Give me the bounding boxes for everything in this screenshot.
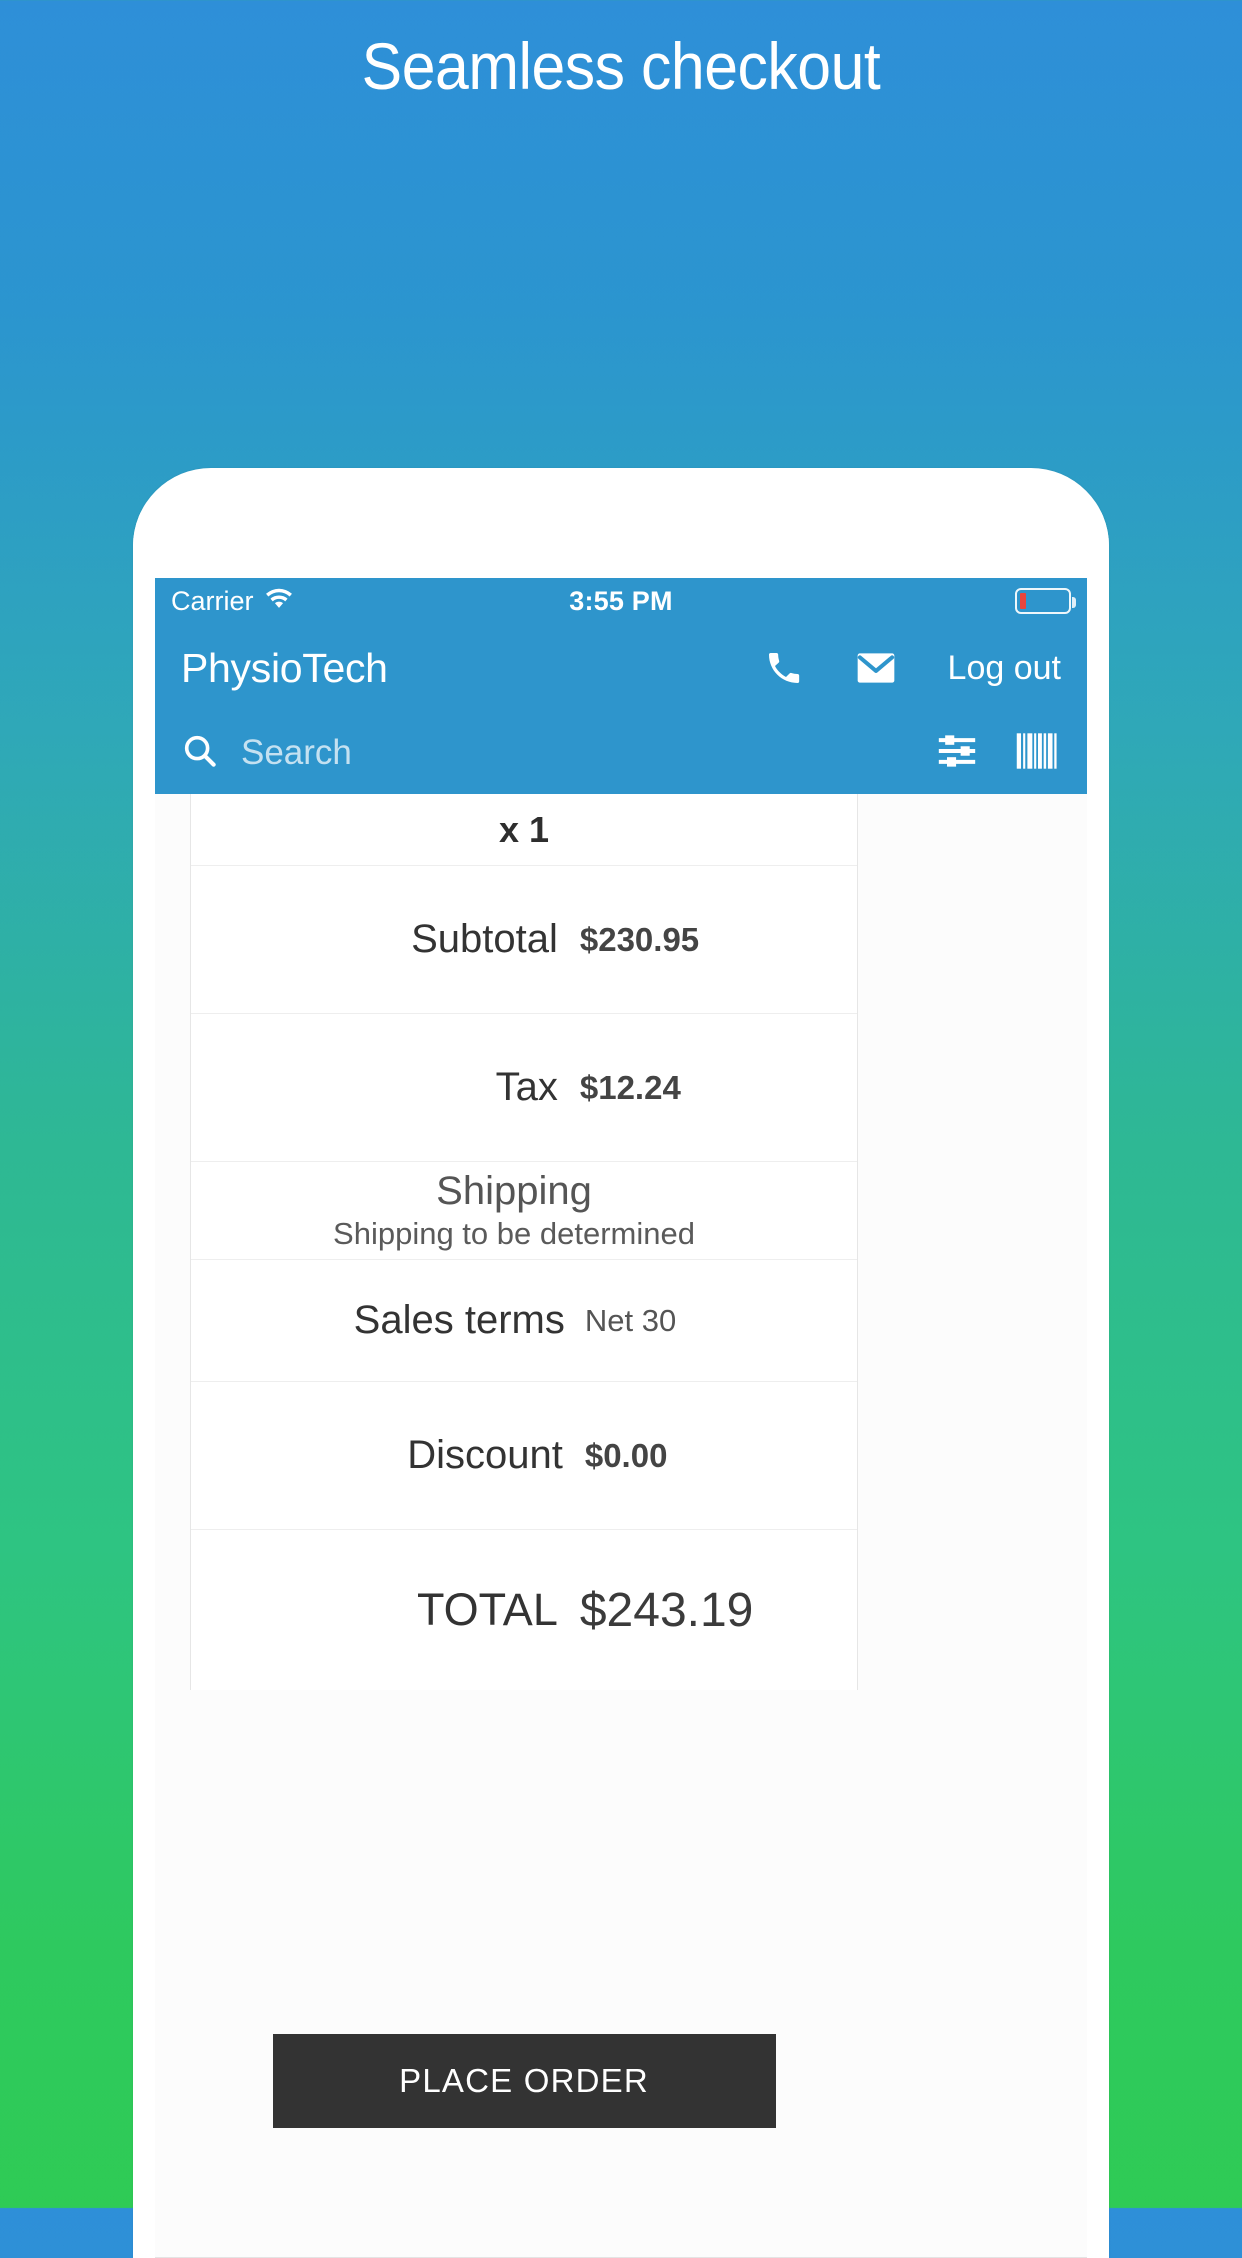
table-row-total: TOTAL $243.19 (191, 1530, 857, 1690)
table-row-sales-terms: Sales terms Net 30 (191, 1260, 857, 1382)
search-input[interactable]: Search (241, 733, 352, 773)
mail-icon[interactable] (854, 648, 898, 688)
search-bar-actions (935, 730, 1061, 777)
table-row-discount: Discount $0.00 (191, 1382, 857, 1530)
app-header-actions: Log out (764, 648, 1061, 688)
shipping-note: Shipping to be determined (333, 1216, 695, 1251)
total-label: TOTAL (416, 1584, 558, 1635)
table-row-quantity: x 1 (191, 794, 857, 866)
filter-sliders-icon[interactable] (935, 731, 979, 776)
place-order-container: PLACE ORDER (190, 2034, 858, 2128)
logout-button[interactable]: Log out (948, 649, 1061, 688)
tax-label: Tax (495, 1065, 558, 1109)
battery-level-fill (1020, 593, 1026, 609)
discount-value: $0.00 (584, 1436, 668, 1474)
app-brand-title: PhysioTech (181, 644, 388, 691)
place-order-button[interactable]: PLACE ORDER (272, 2034, 776, 2128)
table-row-tax: Tax $12.24 (191, 1014, 857, 1162)
barcode-icon[interactable] (1015, 730, 1061, 777)
page-title: Seamless checkout (361, 29, 881, 103)
shipping-label: Shipping (436, 1169, 592, 1213)
battery-icon (1015, 588, 1076, 614)
total-value: $243.19 (579, 1583, 754, 1637)
status-bar-time: 3:55 PM (569, 585, 673, 616)
sales-terms-label: Sales terms (353, 1298, 565, 1342)
phone-screen: Carrier 3:55 PM PhysioTech Log out Searc… (155, 578, 1087, 2258)
app-header: PhysioTech Log out (155, 624, 1087, 712)
line-item-quantity: x 1 (498, 808, 550, 850)
subtotal-label: Subtotal (411, 917, 558, 961)
tax-value: $12.24 (579, 1068, 681, 1106)
discount-label: Discount (407, 1433, 563, 1477)
phone-icon[interactable] (764, 648, 804, 688)
status-bar-right (1015, 588, 1076, 614)
search-bar[interactable]: Search (155, 712, 1087, 794)
subtotal-value: $230.95 (579, 920, 700, 958)
cart-summary-content: x 1 Subtotal $230.95 Tax $12.24 Shipping… (155, 794, 1087, 2258)
status-bar: Carrier 3:55 PM (155, 578, 1087, 624)
cart-summary-table: x 1 Subtotal $230.95 Tax $12.24 Shipping… (190, 794, 858, 1690)
sales-terms-value: Net 30 (584, 1302, 677, 1338)
table-row-subtotal: Subtotal $230.95 (191, 866, 857, 1014)
search-icon (181, 732, 219, 775)
table-row-shipping: Shipping Shipping to be determined (191, 1162, 857, 1260)
phone-mockup: Carrier 3:55 PM PhysioTech Log out Searc… (133, 468, 1109, 2258)
phone-top-bezel (133, 468, 1109, 580)
